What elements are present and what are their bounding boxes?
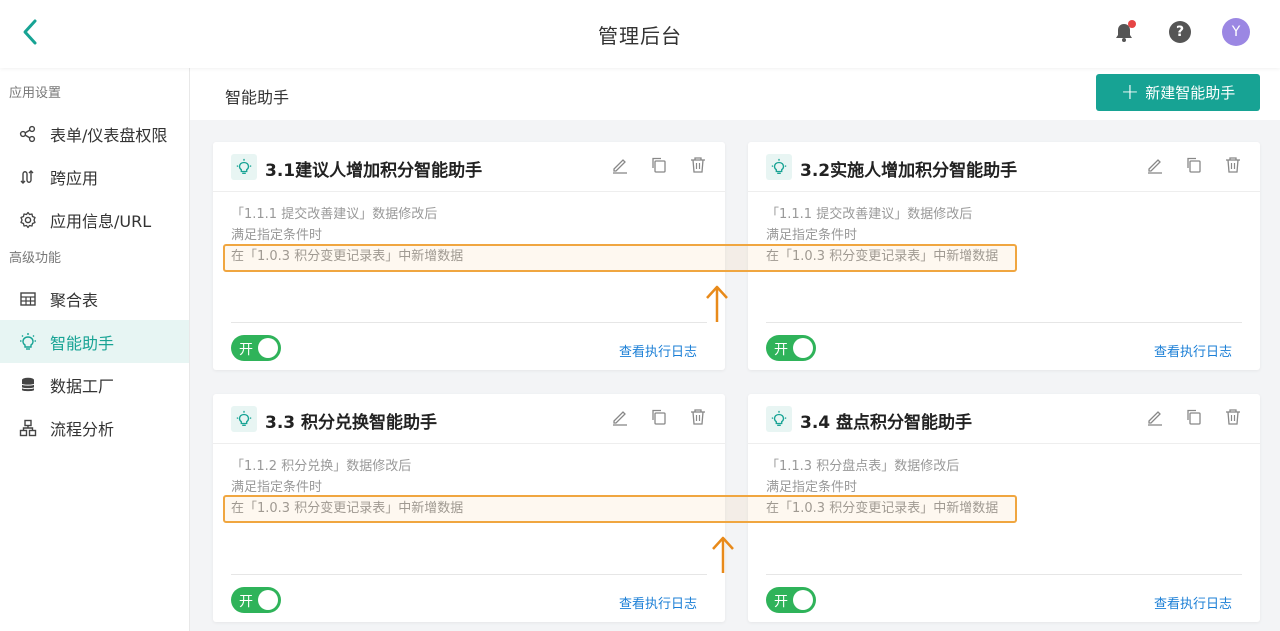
avatar[interactable]: Y bbox=[1222, 18, 1250, 46]
bulb-icon bbox=[766, 406, 792, 432]
new-assistant-button[interactable]: + 新建智能助手 bbox=[1096, 74, 1260, 111]
page-title: 管理后台 bbox=[598, 24, 682, 48]
notification-button[interactable] bbox=[1110, 18, 1138, 46]
divider bbox=[231, 574, 707, 575]
flow-icon bbox=[18, 418, 38, 438]
bulb-icon bbox=[231, 154, 257, 180]
sidebar-item-form-permissions[interactable]: 表单/仪表盘权限 bbox=[0, 112, 189, 155]
toggle-knob bbox=[258, 338, 278, 358]
sidebar-section-app-settings: 应用设置 bbox=[9, 86, 62, 101]
bulb-icon bbox=[231, 406, 257, 432]
new-assistant-label: 新建智能助手 bbox=[1145, 84, 1236, 102]
arrow-up-icon bbox=[706, 285, 728, 322]
help-icon: ? bbox=[1169, 21, 1191, 43]
edit-icon[interactable] bbox=[1145, 155, 1164, 174]
help-button[interactable]: ? bbox=[1166, 18, 1194, 46]
bulb-icon bbox=[18, 332, 38, 352]
view-log-link[interactable]: 查看执行日志 bbox=[1154, 341, 1232, 360]
bulb-icon bbox=[766, 154, 792, 180]
sidebar-item-cross-app[interactable]: 跨应用 bbox=[0, 155, 189, 198]
card-title: 3.4 盘点积分智能助手 bbox=[800, 413, 973, 433]
top-header: 管理后台 ? Y bbox=[0, 0, 1280, 68]
sidebar-item-data-factory[interactable]: 数据工厂 bbox=[0, 363, 189, 406]
divider bbox=[231, 322, 707, 323]
cross-app-icon bbox=[18, 167, 38, 187]
main-content: 智能助手 + 新建智能助手 3.1建议人增加积分智能助手 「1.1.1 提交改善… bbox=[190, 68, 1280, 631]
annotation-highlight-box bbox=[223, 495, 1017, 523]
card-condition-text: 满足指定条件时 bbox=[766, 228, 858, 243]
card-trigger-text: 「1.1.2 积分兑换」数据修改后 bbox=[231, 459, 412, 474]
sidebar-item-label: 表单/仪表盘权限 bbox=[50, 125, 168, 145]
view-log-link[interactable]: 查看执行日志 bbox=[1154, 593, 1232, 612]
divider bbox=[766, 322, 1242, 323]
edit-icon[interactable] bbox=[610, 407, 629, 426]
card-condition-text: 满足指定条件时 bbox=[231, 228, 323, 243]
view-log-link[interactable]: 查看执行日志 bbox=[619, 593, 697, 612]
sidebar-item-label: 跨应用 bbox=[50, 168, 99, 188]
sidebar-item-smart-assistant[interactable]: 智能助手 bbox=[0, 320, 189, 363]
copy-icon[interactable] bbox=[1184, 155, 1203, 174]
annotation-highlight-box bbox=[223, 244, 1017, 272]
sidebar-item-label: 应用信息/URL bbox=[50, 211, 152, 231]
toggle-knob bbox=[258, 590, 278, 610]
enable-toggle[interactable]: 开 bbox=[231, 587, 281, 613]
enable-toggle[interactable]: 开 bbox=[766, 587, 816, 613]
card-title: 3.2实施人增加积分智能助手 bbox=[800, 161, 1018, 181]
enable-toggle[interactable]: 开 bbox=[231, 335, 281, 361]
sidebar-item-aggregate-table[interactable]: 聚合表 bbox=[0, 277, 189, 320]
divider bbox=[766, 574, 1242, 575]
copy-icon[interactable] bbox=[1184, 407, 1203, 426]
sidebar-item-label: 聚合表 bbox=[50, 290, 99, 310]
card-title: 3.3 积分兑换智能助手 bbox=[265, 413, 438, 433]
sidebar-item-app-info[interactable]: 应用信息/URL bbox=[0, 198, 189, 241]
sidebar-item-label: 流程分析 bbox=[50, 419, 115, 439]
avatar-letter: Y bbox=[1222, 18, 1250, 46]
plus-icon: + bbox=[1120, 79, 1140, 105]
sidebar-section-advanced: 高级功能 bbox=[9, 251, 62, 266]
card-title: 3.1建议人增加积分智能助手 bbox=[265, 161, 483, 181]
view-log-link[interactable]: 查看执行日志 bbox=[619, 341, 697, 360]
toggle-label: 开 bbox=[239, 342, 253, 358]
sidebar-item-label: 智能助手 bbox=[50, 333, 115, 353]
card-trigger-text: 「1.1.3 积分盘点表」数据修改后 bbox=[766, 459, 960, 474]
arrow-up-icon bbox=[712, 536, 734, 573]
toggle-label: 开 bbox=[774, 342, 788, 358]
main-header: 智能助手 + 新建智能助手 bbox=[190, 68, 1280, 120]
sidebar-item-flow-analysis[interactable]: 流程分析 bbox=[0, 406, 189, 449]
section-title: 智能助手 bbox=[225, 88, 290, 107]
table-icon bbox=[18, 289, 38, 309]
trash-icon[interactable] bbox=[688, 407, 707, 426]
trash-icon[interactable] bbox=[1223, 407, 1242, 426]
sidebar: 应用设置 表单/仪表盘权限 跨应用 应用信息/URL 高级功能 聚合表 智能助手 bbox=[0, 68, 190, 631]
notification-dot bbox=[1128, 20, 1136, 28]
sidebar-item-label: 数据工厂 bbox=[50, 376, 115, 396]
edit-icon[interactable] bbox=[610, 155, 629, 174]
database-icon bbox=[18, 375, 38, 395]
card-trigger-text: 「1.1.1 提交改善建议」数据修改后 bbox=[231, 207, 438, 222]
card-trigger-text: 「1.1.1 提交改善建议」数据修改后 bbox=[766, 207, 973, 222]
copy-icon[interactable] bbox=[649, 155, 668, 174]
copy-icon[interactable] bbox=[649, 407, 668, 426]
trash-icon[interactable] bbox=[1223, 155, 1242, 174]
edit-icon[interactable] bbox=[1145, 407, 1164, 426]
toggle-label: 开 bbox=[774, 594, 788, 610]
share-icon bbox=[18, 124, 38, 144]
toggle-knob bbox=[793, 338, 813, 358]
trash-icon[interactable] bbox=[688, 155, 707, 174]
gear-icon bbox=[18, 210, 38, 230]
toggle-knob bbox=[793, 590, 813, 610]
toggle-label: 开 bbox=[239, 594, 253, 610]
enable-toggle[interactable]: 开 bbox=[766, 335, 816, 361]
